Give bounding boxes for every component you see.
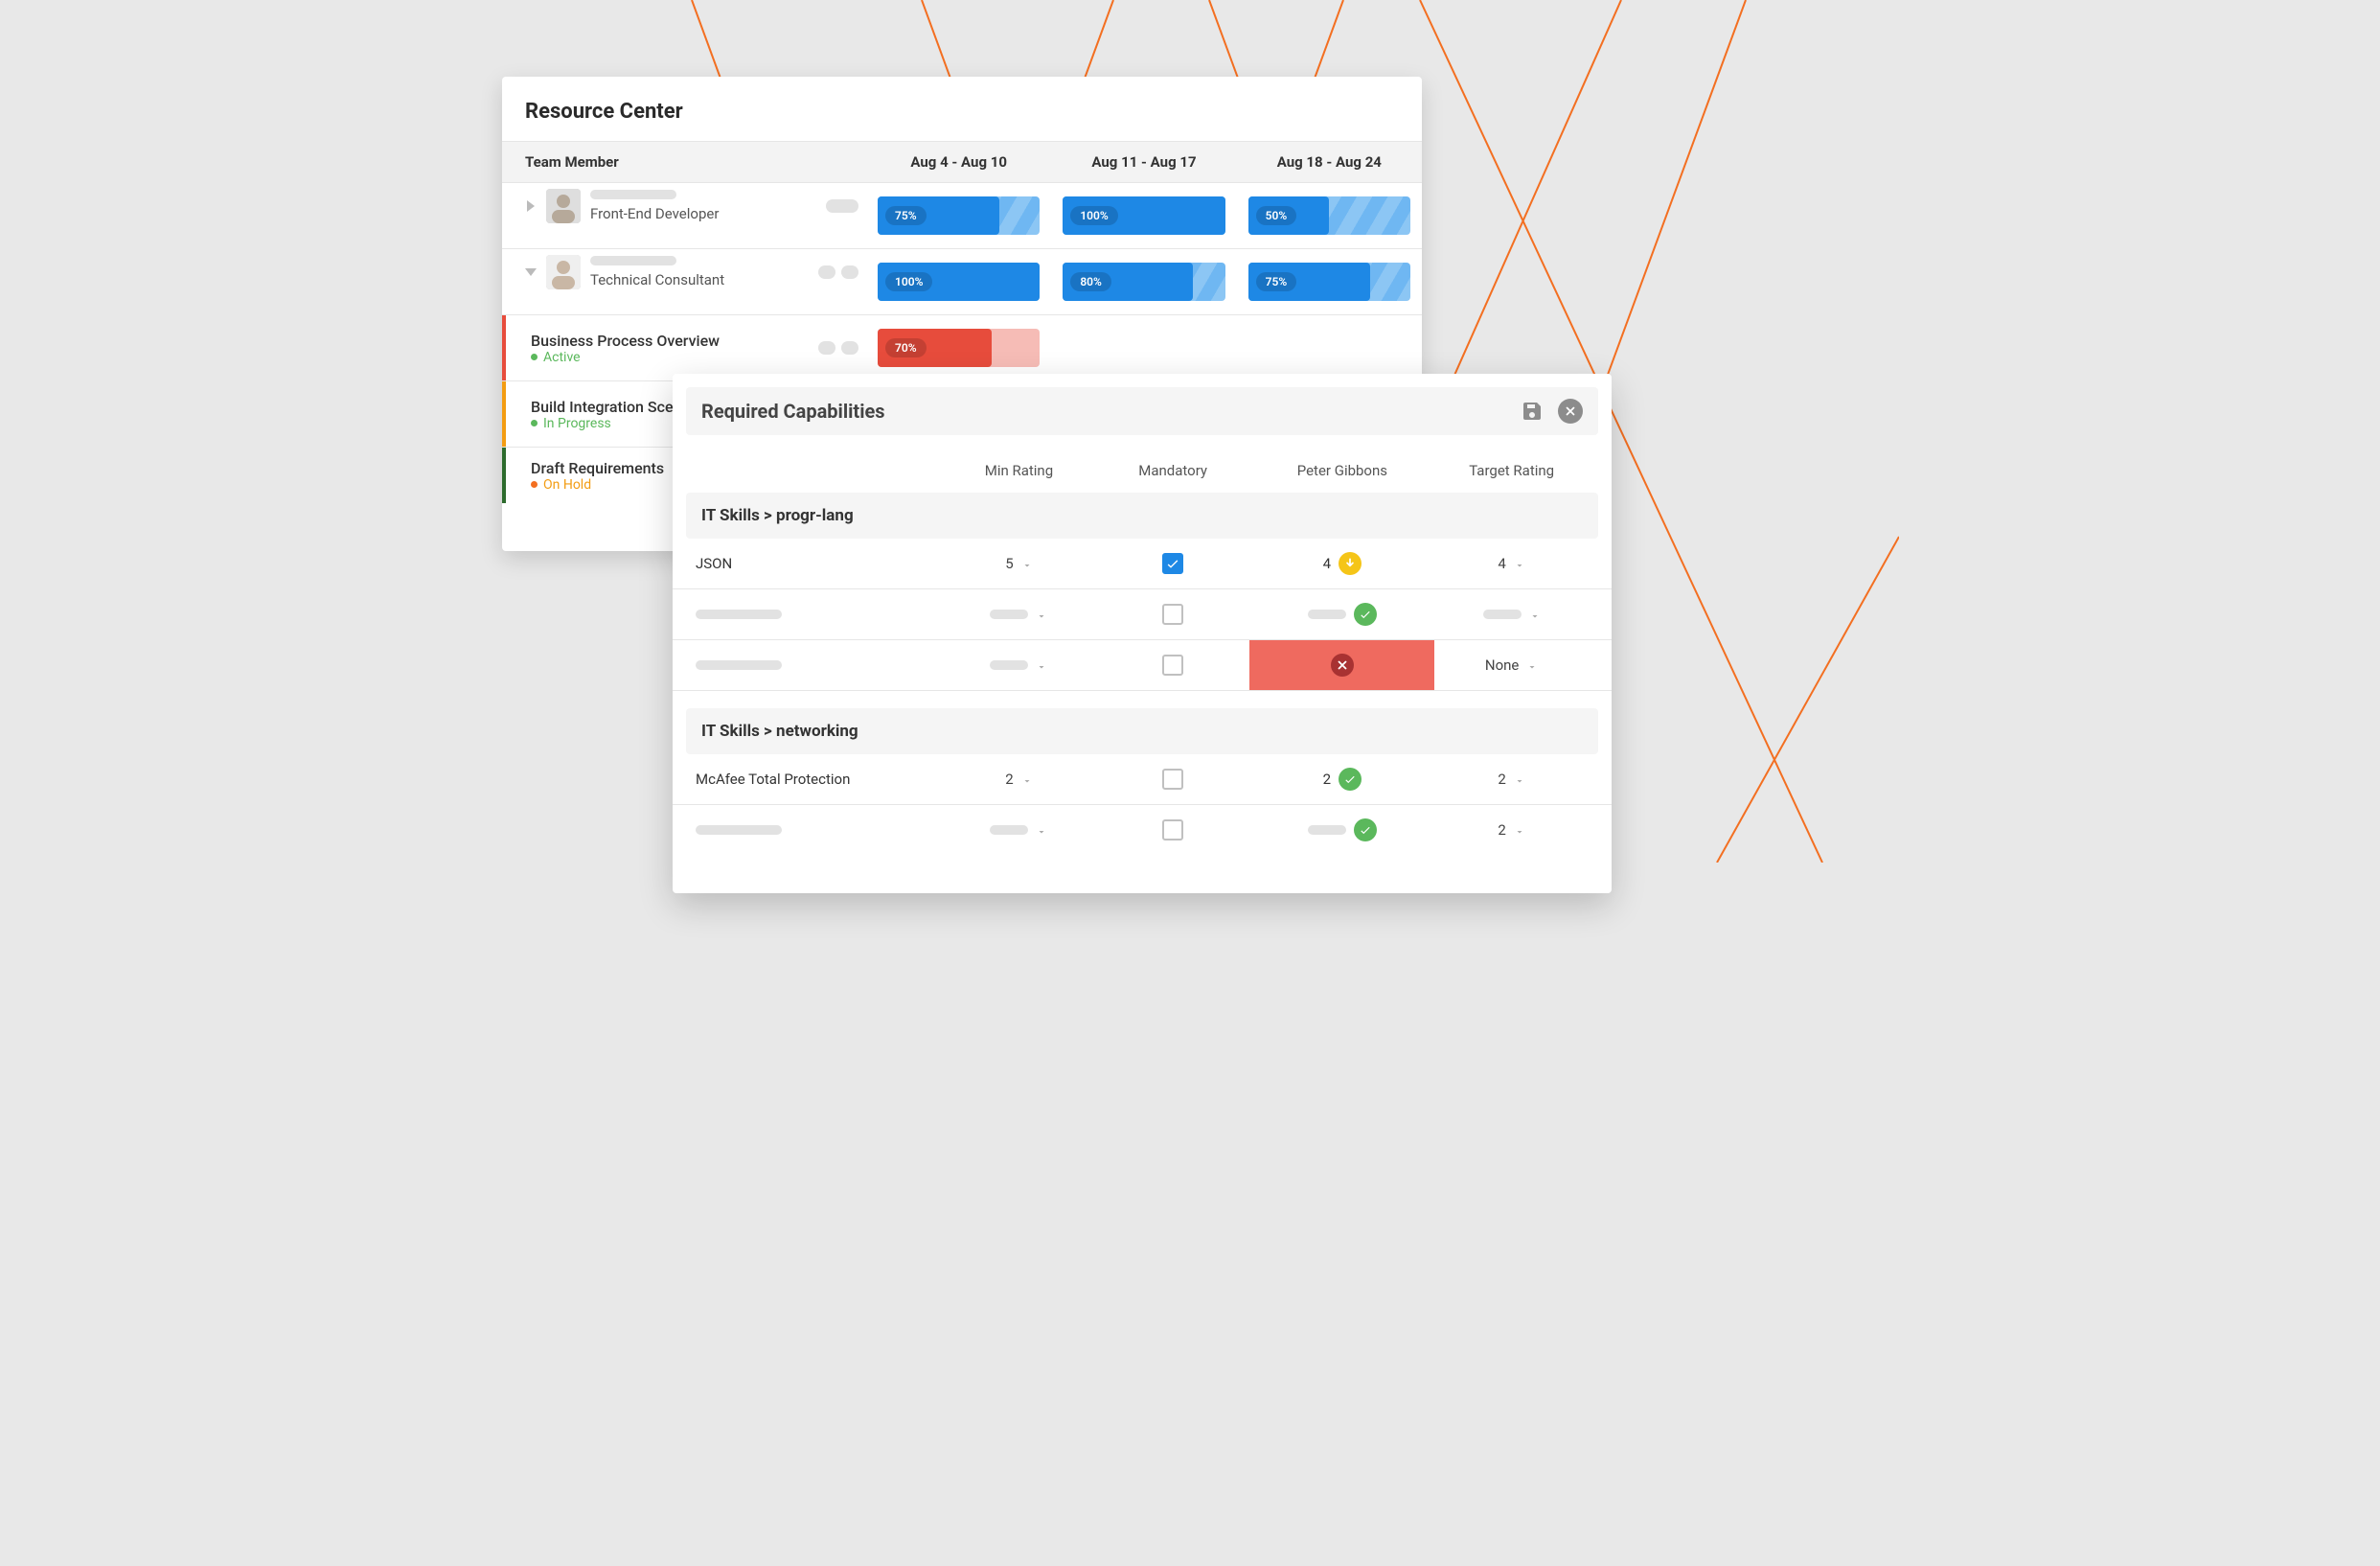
pill-placeholder [818, 265, 835, 279]
utilization-bar[interactable]: 75% [1248, 263, 1410, 301]
member-row: Technical Consultant 100% 80% 75% [502, 249, 1422, 315]
target-rating-select[interactable]: 4 [1498, 555, 1524, 572]
chevron-down-icon [1526, 659, 1538, 671]
skill-placeholder [696, 825, 782, 835]
capability-row: None [673, 640, 1612, 691]
avatar [546, 255, 581, 289]
utilization-value: 100% [885, 272, 932, 291]
resource-header-row: Team Member Aug 4 - Aug 10 Aug 11 - Aug … [502, 141, 1422, 183]
value-placeholder [1308, 825, 1346, 835]
utilization-bar[interactable]: 50% [1248, 196, 1410, 235]
capability-row [673, 589, 1612, 640]
target-rating-select[interactable]: 2 [1498, 771, 1524, 788]
pill-placeholder [841, 265, 858, 279]
chevron-down-icon [1036, 824, 1047, 836]
mandatory-checkbox[interactable] [1162, 553, 1183, 574]
name-placeholder [590, 256, 676, 265]
avatar [546, 189, 581, 223]
pill-placeholder [826, 199, 858, 213]
chevron-down-icon [1514, 558, 1525, 569]
chevron-down-icon [1529, 609, 1541, 620]
min-rating-select[interactable] [990, 609, 1047, 620]
member-row: Front-End Developer 75% 100% 50% [502, 183, 1422, 249]
col-week-3: Aug 18 - Aug 24 [1237, 142, 1422, 182]
value-placeholder [1308, 610, 1346, 619]
col-team-member: Team Member [502, 142, 866, 182]
close-icon[interactable] [1558, 399, 1583, 424]
mandatory-checkbox[interactable] [1162, 819, 1183, 841]
capabilities-columns: Min Rating Mandatory Peter Gibbons Targe… [673, 449, 1612, 493]
min-rating-select[interactable] [990, 659, 1047, 671]
task-bar[interactable]: 70% [878, 329, 1040, 367]
chevron-down-icon [1036, 609, 1047, 620]
chevron-down-icon [1036, 659, 1047, 671]
chevron-down-icon [1514, 773, 1525, 785]
mandatory-checkbox[interactable] [1162, 604, 1183, 625]
utilization-bar[interactable]: 100% [1063, 196, 1224, 235]
check-icon [1354, 603, 1377, 626]
utilization-value: 75% [1256, 272, 1297, 291]
skill-name: McAfee Total Protection [696, 754, 942, 804]
capabilities-header: Required Capabilities [686, 387, 1598, 435]
pill-placeholder [841, 341, 858, 355]
chevron-down-icon [1514, 824, 1525, 836]
min-rating-select[interactable]: 2 [1005, 771, 1032, 788]
chevron-down-icon [1021, 558, 1033, 569]
min-rating-select[interactable]: 5 [1005, 555, 1032, 572]
down-arrow-icon [1339, 552, 1362, 575]
col-target-rating: Target Rating [1434, 462, 1589, 479]
col-mandatory: Mandatory [1096, 462, 1250, 479]
target-rating-select[interactable]: None [1485, 656, 1539, 674]
check-icon [1354, 818, 1377, 841]
utilization-value: 75% [885, 206, 927, 225]
target-rating-select[interactable]: 2 [1498, 821, 1524, 839]
utilization-value: 100% [1070, 206, 1117, 225]
expand-icon[interactable] [527, 200, 535, 212]
task-color-bar [502, 381, 506, 447]
capabilities-title: Required Capabilities [701, 400, 885, 423]
capabilities-section: IT Skills > networking [686, 708, 1598, 754]
col-week-2: Aug 11 - Aug 17 [1051, 142, 1236, 182]
col-person: Peter Gibbons [1249, 462, 1434, 479]
person-value: 4 [1323, 555, 1331, 572]
utilization-bar[interactable]: 80% [1063, 263, 1224, 301]
name-placeholder [590, 190, 676, 199]
utilization-value: 50% [1256, 206, 1297, 225]
task-row: Business Process Overview Active 70% [502, 315, 1422, 381]
col-min-rating: Min Rating [942, 462, 1096, 479]
capability-row: McAfee Total Protection 2 2 2 [673, 754, 1612, 805]
skill-placeholder [696, 610, 782, 619]
col-week-1: Aug 4 - Aug 10 [866, 142, 1051, 182]
capability-row: JSON 5 4 4 [673, 539, 1612, 589]
min-rating-select[interactable] [990, 824, 1047, 836]
utilization-bar[interactable]: 100% [878, 263, 1040, 301]
mandatory-checkbox[interactable] [1162, 769, 1183, 790]
pill-placeholder [818, 341, 835, 355]
utilization-value: 80% [1070, 272, 1111, 291]
capabilities-card: Required Capabilities Min Rating Mandato… [673, 374, 1612, 893]
utilization-value: 70% [885, 338, 927, 357]
collapse-icon[interactable] [525, 268, 537, 276]
member-role: Front-End Developer [590, 205, 719, 222]
check-icon [1339, 768, 1362, 791]
skill-name: JSON [696, 539, 942, 588]
chevron-down-icon [1021, 773, 1033, 785]
save-icon[interactable] [1520, 399, 1545, 424]
task-color-bar [502, 315, 506, 380]
task-name: Business Process Overview [531, 332, 818, 350]
x-icon [1331, 654, 1354, 677]
capabilities-section: IT Skills > progr-lang [686, 493, 1598, 539]
skill-placeholder [696, 660, 782, 670]
mandatory-checkbox[interactable] [1162, 655, 1183, 676]
utilization-bar[interactable]: 75% [878, 196, 1040, 235]
task-status: Active [531, 350, 818, 365]
task-color-bar [502, 448, 506, 503]
capability-row: 2 [673, 805, 1612, 855]
person-value: 2 [1323, 771, 1331, 788]
resource-center-title: Resource Center [502, 100, 1422, 141]
member-role: Technical Consultant [590, 271, 724, 288]
target-rating-select[interactable] [1483, 609, 1541, 620]
